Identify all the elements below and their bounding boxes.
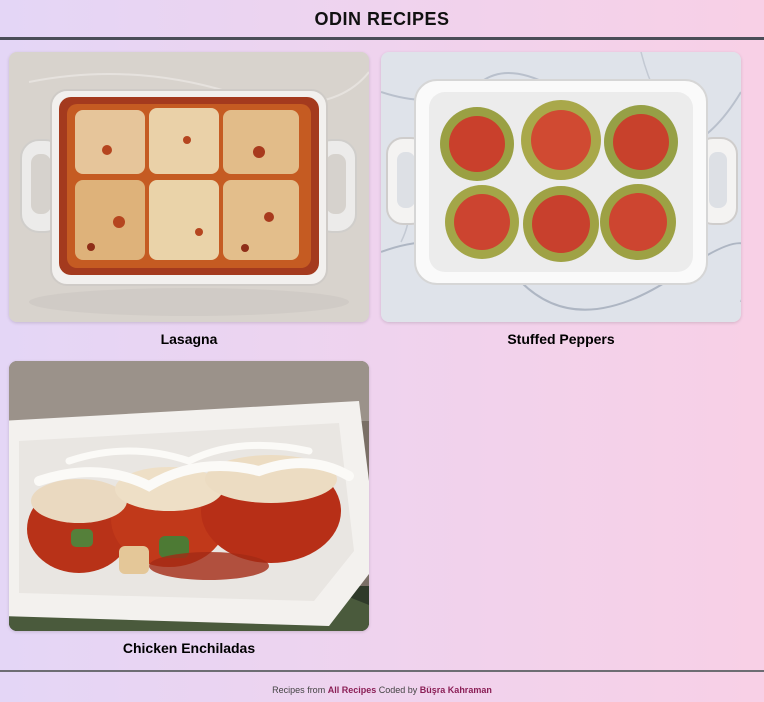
lasagna-image[interactable] (9, 52, 369, 322)
page-header: ODIN RECIPES (0, 0, 764, 40)
page-footer: Recipes from All Recipes Coded by Büşra … (0, 670, 764, 702)
chicken-enchiladas-image[interactable] (9, 361, 369, 631)
recipe-card-chicken-enchiladas[interactable]: Chicken Enchiladas (9, 361, 369, 656)
chicken-enchiladas-title: Chicken Enchiladas (122, 640, 256, 656)
author-link[interactable]: Büşra Kahraman (420, 685, 492, 695)
footer-prefix: Recipes from (272, 685, 326, 695)
site-title: ODIN RECIPES (314, 9, 450, 29)
stuffed-peppers-title: Stuffed Peppers (507, 331, 615, 347)
recipe-card-stuffed-peppers[interactable]: Stuffed Peppers (381, 52, 741, 347)
stuffed-peppers-image[interactable] (381, 52, 741, 322)
recipe-card-lasagna[interactable]: Lasagna (9, 52, 369, 347)
footer-middle: Coded by (378, 685, 418, 695)
lasagna-title: Lasagna (160, 331, 218, 347)
all-recipes-link[interactable]: All Recipes (328, 685, 377, 695)
